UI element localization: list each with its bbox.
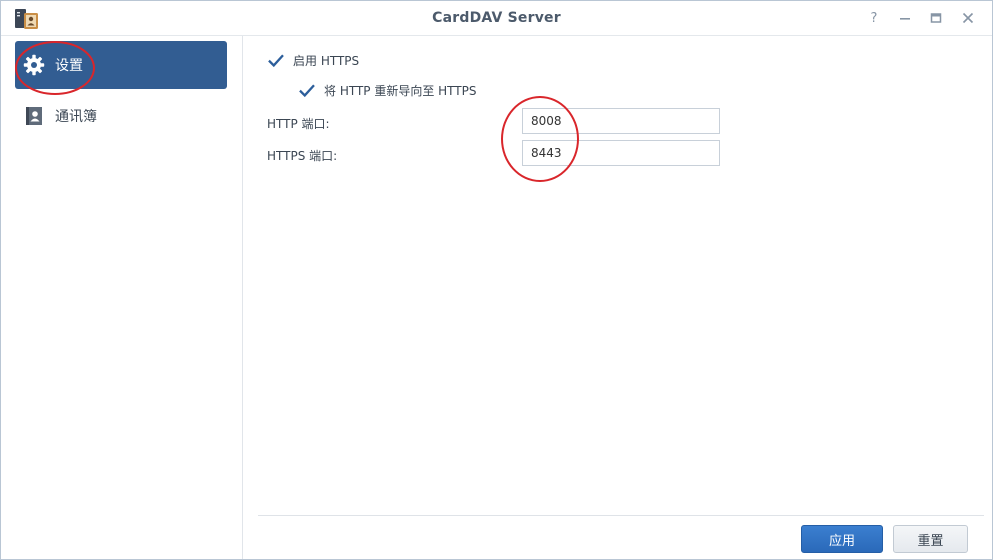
https-port-label: HTTPS 端口: [267, 149, 338, 163]
close-button[interactable] [959, 9, 977, 27]
carddav-window: CardDAV Server ? 设置 通讯簿 启用 HTTPS 将 HTTP … [0, 0, 993, 560]
maximize-button[interactable] [927, 9, 945, 27]
sidebar: 设置 通讯簿 [1, 36, 243, 559]
maximize-icon [930, 13, 942, 23]
checkmark-icon [268, 53, 284, 67]
gear-icon [23, 54, 45, 76]
sidebar-item-contacts[interactable]: 通讯簿 [15, 92, 227, 140]
http-port-input[interactable]: 8008 [522, 108, 720, 134]
sidebar-item-label: 设置 [55, 58, 83, 74]
close-icon [962, 12, 974, 24]
minimize-button[interactable] [896, 9, 914, 27]
reset-button[interactable]: 重置 [893, 525, 968, 553]
footer-divider [258, 515, 984, 516]
sidebar-item-label: 通讯簿 [55, 109, 97, 125]
checkmark-icon [299, 83, 315, 97]
redirect-https-label: 将 HTTP 重新导向至 HTTPS [324, 84, 477, 98]
http-port-label: HTTP 端口: [267, 117, 330, 131]
settings-panel: 启用 HTTPS 将 HTTP 重新导向至 HTTPS HTTP 端口: 800… [243, 36, 992, 559]
sidebar-item-settings[interactable]: 设置 [15, 41, 227, 89]
enable-https-row: 启用 HTTPS [268, 52, 359, 69]
redirect-row: 将 HTTP 重新导向至 HTTPS [299, 82, 476, 99]
minimize-icon [900, 18, 910, 20]
enable-https-label: 启用 HTTPS [293, 54, 360, 68]
https-port-input[interactable]: 8443 [522, 140, 720, 166]
redirect-https-checkbox[interactable] [299, 83, 315, 99]
window-title: CardDAV Server [432, 10, 561, 26]
contact-book-icon [23, 105, 45, 127]
enable-https-checkbox[interactable] [268, 53, 284, 69]
title-bar: CardDAV Server ? [1, 1, 992, 36]
apply-button[interactable]: 应用 [801, 525, 883, 553]
help-icon: ? [870, 10, 878, 26]
help-button[interactable]: ? [865, 9, 883, 27]
